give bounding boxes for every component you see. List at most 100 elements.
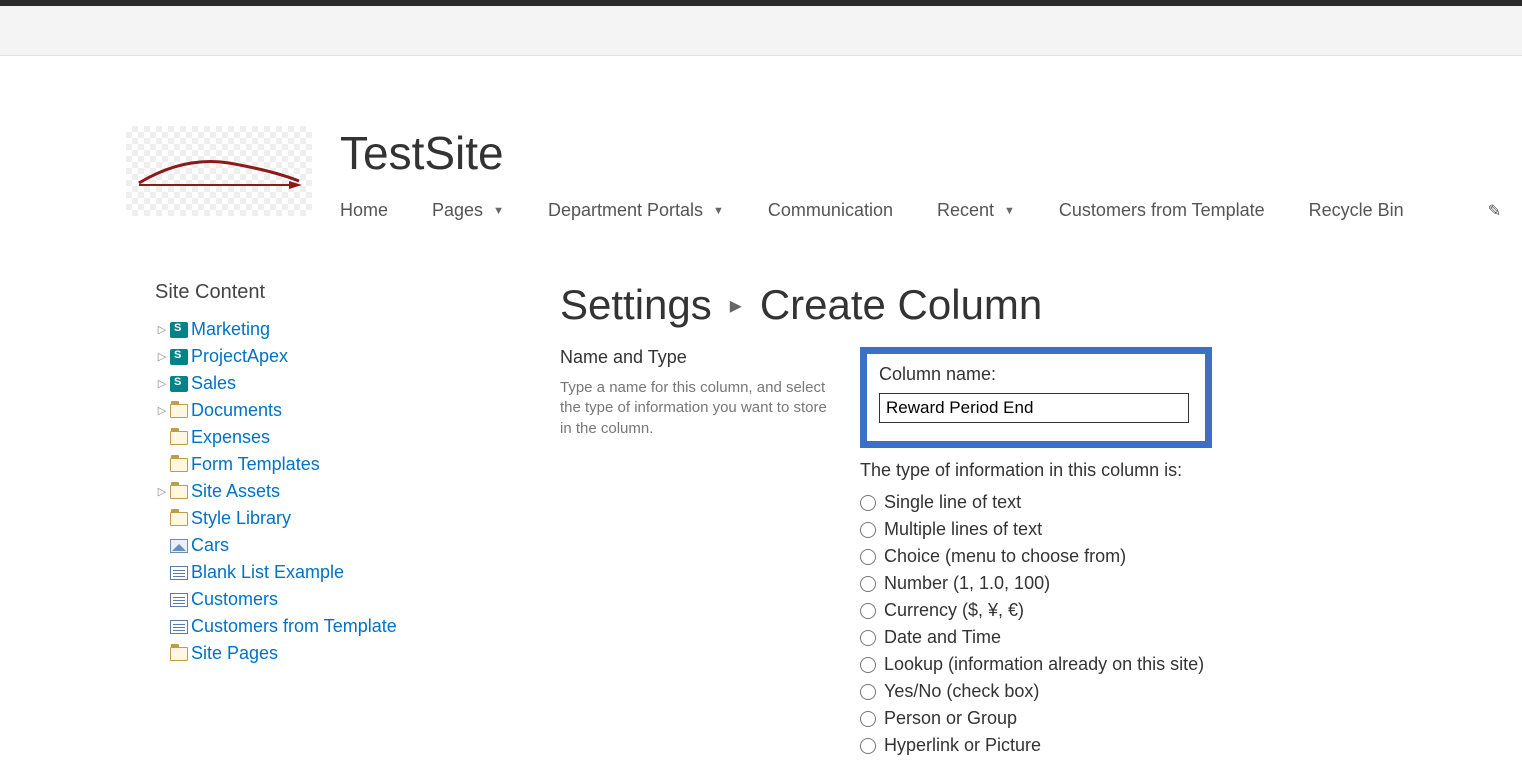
nav-label: Recycle Bin bbox=[1309, 200, 1404, 221]
edit-links-icon[interactable]: ✎ bbox=[1488, 201, 1501, 221]
nav-customers-from-template[interactable]: Customers from Template bbox=[1059, 200, 1265, 221]
type-option-single-line[interactable]: Single line of text bbox=[860, 489, 1482, 516]
column-name-label: Column name: bbox=[879, 364, 1193, 385]
folder-icon bbox=[169, 402, 189, 420]
top-navigation: Home Pages ▼ Department Portals ▼ Commun… bbox=[340, 200, 1501, 221]
tree-label: Customers bbox=[191, 589, 278, 610]
radio-currency[interactable] bbox=[860, 603, 876, 619]
tree-label: Form Templates bbox=[191, 454, 320, 475]
expand-icon[interactable]: ▷ bbox=[155, 350, 169, 363]
site-header: TestSite Home Pages ▼ Department Portals… bbox=[0, 56, 1522, 221]
type-option-choice[interactable]: Choice (menu to choose from) bbox=[860, 543, 1482, 570]
folder-icon bbox=[169, 456, 189, 474]
type-option-multi-line[interactable]: Multiple lines of text bbox=[860, 516, 1482, 543]
tree-item-customers-template[interactable]: Customers from Template bbox=[155, 613, 560, 640]
tree-label: Cars bbox=[191, 535, 229, 556]
car-logo-icon bbox=[134, 151, 304, 191]
nav-department-portals[interactable]: Department Portals ▼ bbox=[548, 200, 724, 221]
tree-item-site-pages[interactable]: Site Pages bbox=[155, 640, 560, 667]
chevron-down-icon: ▼ bbox=[1004, 205, 1015, 217]
tree-item-expenses[interactable]: Expenses bbox=[155, 424, 560, 451]
radio-date-time[interactable] bbox=[860, 630, 876, 646]
breadcrumb-separator-icon: ▸ bbox=[730, 291, 742, 320]
site-logo[interactable] bbox=[126, 126, 312, 216]
radio-yes-no[interactable] bbox=[860, 684, 876, 700]
tree-item-customers[interactable]: Customers bbox=[155, 586, 560, 613]
option-label: Multiple lines of text bbox=[884, 519, 1042, 540]
tree-label: Blank List Example bbox=[191, 562, 344, 583]
sharepoint-site-icon bbox=[169, 348, 189, 366]
breadcrumb-current: Create Column bbox=[760, 281, 1042, 329]
tree-label: Marketing bbox=[191, 319, 270, 340]
nav-recent[interactable]: Recent ▼ bbox=[937, 200, 1015, 221]
tree-item-documents[interactable]: ▷ Documents bbox=[155, 397, 560, 424]
chevron-down-icon: ▼ bbox=[493, 205, 504, 217]
main-content: Settings ▸ Create Column Name and Type T… bbox=[560, 281, 1522, 759]
type-option-yes-no[interactable]: Yes/No (check box) bbox=[860, 678, 1482, 705]
nav-label: Pages bbox=[432, 200, 483, 221]
chevron-down-icon: ▼ bbox=[713, 205, 724, 217]
nav-label: Recent bbox=[937, 200, 994, 221]
type-option-person[interactable]: Person or Group bbox=[860, 705, 1482, 732]
option-label: Choice (menu to choose from) bbox=[884, 546, 1126, 567]
radio-single-line[interactable] bbox=[860, 495, 876, 511]
tree-item-site-assets[interactable]: ▷ Site Assets bbox=[155, 478, 560, 505]
list-icon bbox=[169, 591, 189, 609]
folder-icon bbox=[169, 645, 189, 663]
tree-item-sales[interactable]: ▷ Sales bbox=[155, 370, 560, 397]
option-label: Person or Group bbox=[884, 708, 1017, 729]
type-option-hyperlink[interactable]: Hyperlink or Picture bbox=[860, 732, 1482, 759]
tree-label: Site Pages bbox=[191, 643, 278, 664]
type-option-lookup[interactable]: Lookup (information already on this site… bbox=[860, 651, 1482, 678]
radio-lookup[interactable] bbox=[860, 657, 876, 673]
radio-person[interactable] bbox=[860, 711, 876, 727]
expand-icon[interactable]: ▷ bbox=[155, 485, 169, 498]
nav-pages[interactable]: Pages ▼ bbox=[432, 200, 504, 221]
tree-label: Customers from Template bbox=[191, 616, 397, 637]
folder-icon bbox=[169, 510, 189, 528]
section-title: Name and Type bbox=[560, 347, 830, 368]
option-label: Yes/No (check box) bbox=[884, 681, 1039, 702]
type-option-currency[interactable]: Currency ($, ¥, €) bbox=[860, 597, 1482, 624]
nav-home[interactable]: Home bbox=[340, 200, 388, 221]
tree-label: Expenses bbox=[191, 427, 270, 448]
breadcrumb-parent[interactable]: Settings bbox=[560, 281, 712, 329]
column-type-heading: The type of information in this column i… bbox=[860, 460, 1482, 481]
folder-icon bbox=[169, 483, 189, 501]
column-name-input[interactable] bbox=[879, 393, 1189, 423]
ribbon-area bbox=[0, 6, 1522, 56]
tree-item-style-library[interactable]: Style Library bbox=[155, 505, 560, 532]
site-title[interactable]: TestSite bbox=[340, 126, 1501, 180]
tree-item-form-templates[interactable]: Form Templates bbox=[155, 451, 560, 478]
radio-hyperlink[interactable] bbox=[860, 738, 876, 754]
tree-item-blank-list[interactable]: Blank List Example bbox=[155, 559, 560, 586]
option-label: Lookup (information already on this site… bbox=[884, 654, 1204, 675]
sidebar-heading: Site Content bbox=[155, 281, 560, 304]
list-icon bbox=[169, 564, 189, 582]
radio-choice[interactable] bbox=[860, 549, 876, 565]
expand-icon[interactable]: ▷ bbox=[155, 323, 169, 336]
option-label: Single line of text bbox=[884, 492, 1021, 513]
tree-item-projectapex[interactable]: ▷ ProjectApex bbox=[155, 343, 560, 370]
nav-communication[interactable]: Communication bbox=[768, 200, 893, 221]
site-content-tree: ▷ Marketing ▷ ProjectApex ▷ Sales ▷ Docu… bbox=[155, 316, 560, 667]
left-sidebar: Site Content ▷ Marketing ▷ ProjectApex ▷… bbox=[0, 281, 560, 759]
type-option-number[interactable]: Number (1, 1.0, 100) bbox=[860, 570, 1482, 597]
nav-label: Department Portals bbox=[548, 200, 703, 221]
nav-recycle-bin[interactable]: Recycle Bin bbox=[1309, 200, 1404, 221]
type-option-date-time[interactable]: Date and Time bbox=[860, 624, 1482, 651]
radio-number[interactable] bbox=[860, 576, 876, 592]
picture-library-icon bbox=[169, 537, 189, 555]
tree-label: Sales bbox=[191, 373, 236, 394]
radio-multi-line[interactable] bbox=[860, 522, 876, 538]
page-breadcrumb: Settings ▸ Create Column bbox=[560, 281, 1482, 329]
tree-item-cars[interactable]: Cars bbox=[155, 532, 560, 559]
nav-label: Customers from Template bbox=[1059, 200, 1265, 221]
option-label: Date and Time bbox=[884, 627, 1001, 648]
list-icon bbox=[169, 618, 189, 636]
column-type-options: Single line of text Multiple lines of te… bbox=[860, 489, 1482, 759]
option-label: Currency ($, ¥, €) bbox=[884, 600, 1024, 621]
expand-icon[interactable]: ▷ bbox=[155, 377, 169, 390]
tree-item-marketing[interactable]: ▷ Marketing bbox=[155, 316, 560, 343]
expand-icon[interactable]: ▷ bbox=[155, 404, 169, 417]
